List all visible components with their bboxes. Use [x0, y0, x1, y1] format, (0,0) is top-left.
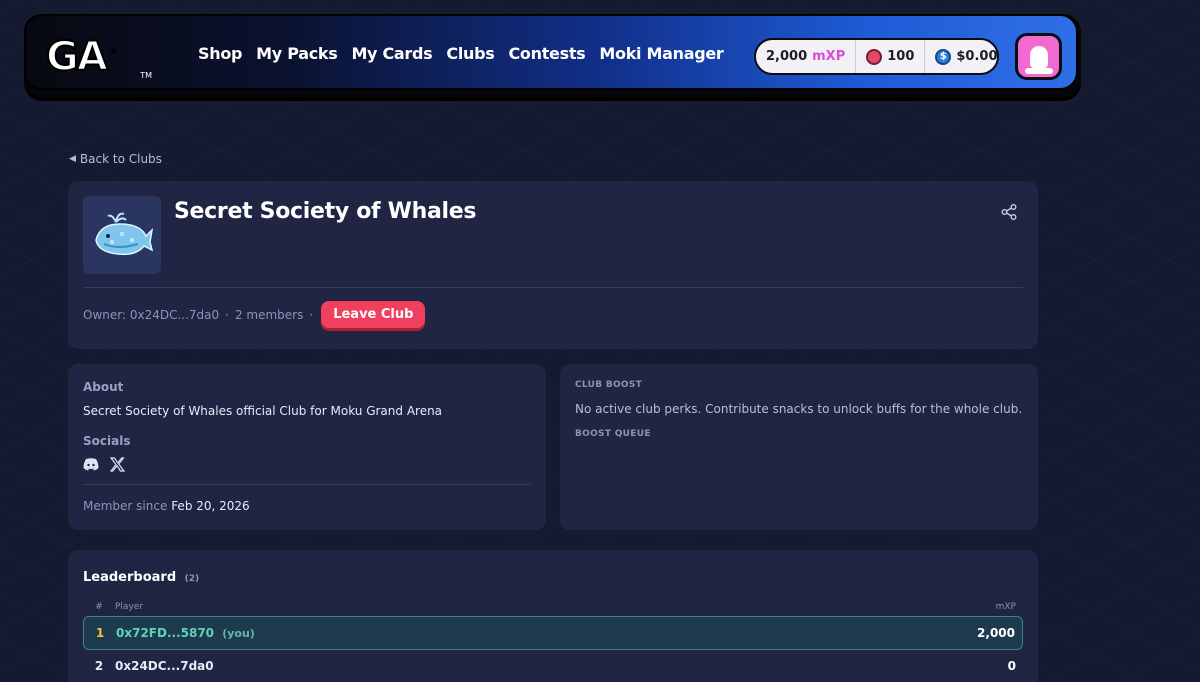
club-member-count: 2 members	[234, 307, 304, 322]
leave-club-button[interactable]: Leave Club	[321, 301, 426, 328]
boost-queue-heading: BOOST QUEUE	[575, 429, 651, 439]
balance-stat: $ $0.00	[924, 40, 1007, 73]
row-mxp: 2,000	[977, 626, 1015, 640]
about-heading: About	[83, 380, 124, 394]
mxp-value: 2,000	[766, 49, 808, 64]
back-arrow-icon: ◀	[69, 154, 76, 164]
whale-icon	[95, 212, 154, 256]
mxp-stat: 2,000 mXP	[756, 40, 855, 73]
club-header-divider	[83, 287, 1023, 288]
avatar-icon	[1024, 45, 1053, 74]
logo-trademark: TM	[140, 71, 152, 80]
row-rank: 1	[95, 626, 105, 640]
club-avatar	[83, 196, 161, 274]
about-description: Secret Society of Whales official Club f…	[83, 404, 443, 418]
nav-link-moki-manager[interactable]: Moki Manager	[599, 44, 723, 63]
nav-link-clubs[interactable]: Clubs	[446, 44, 494, 63]
nav-link-my-packs[interactable]: My Packs	[256, 44, 338, 63]
member-since-label: Member since	[83, 499, 168, 513]
row-rank: 2	[94, 659, 104, 673]
logo-text: GA	[45, 33, 109, 81]
nav-link-my-cards[interactable]: My Cards	[351, 44, 432, 63]
ga-logo[interactable]: GA ✦ TM	[45, 32, 156, 82]
club-boost-message: No active club perks. Contribute snacks …	[575, 402, 1023, 416]
club-header-card: Secret Society of Whales Owner: 0x24DC..…	[68, 181, 1038, 349]
member-since-date: Feb 20, 2026	[171, 499, 250, 513]
back-to-clubs-link[interactable]: ◀ Back to Clubs	[69, 152, 162, 166]
club-meta: Owner: 0x24DC...7da0 · 2 members · Leave…	[83, 301, 426, 328]
profile-avatar-button[interactable]	[1015, 33, 1062, 80]
discord-icon[interactable]	[83, 456, 99, 472]
row-player-address: 0x72FD...5870	[116, 626, 215, 640]
snacks-stat: 100	[855, 40, 924, 73]
leaderboard-count: (2)	[184, 574, 200, 584]
wallet-stats[interactable]: 2,000 mXP 100 $ $0.00	[754, 38, 999, 75]
snacks-value: 100	[887, 49, 915, 64]
nav-link-shop[interactable]: Shop	[198, 44, 242, 63]
leaderboard-row[interactable]: 1 0x72FD...5870 (you) 2,000	[83, 616, 1023, 650]
nav-links: Shop My Packs My Cards Clubs Contests Mo…	[198, 44, 724, 63]
row-player: 0x24DC...7da0	[115, 659, 1008, 673]
column-rank: #	[95, 602, 103, 612]
you-badge: (you)	[222, 627, 255, 640]
share-icon[interactable]	[1000, 203, 1018, 221]
club-owner: Owner: 0x24DC...7da0	[83, 307, 220, 322]
about-divider	[83, 484, 531, 485]
row-player-address: 0x24DC...7da0	[115, 659, 214, 673]
dollar-coin-icon: $	[935, 48, 952, 65]
row-player: 0x72FD...5870 (you)	[116, 626, 977, 640]
top-nav: GA ✦ TM Shop My Packs My Cards Clubs Con…	[24, 14, 1081, 97]
nav-bar: GA ✦ TM Shop My Packs My Cards Clubs Con…	[24, 14, 1078, 90]
column-mxp: mXP	[995, 602, 1016, 612]
club-boost-card: CLUB BOOST No active club perks. Contrib…	[560, 364, 1038, 530]
mxp-unit: mXP	[812, 49, 846, 64]
leaderboard-row[interactable]: 2 0x24DC...7da0 0	[83, 649, 1023, 682]
row-mxp: 0	[1007, 659, 1016, 673]
leaderboard-header: # Player mXP	[83, 602, 1023, 612]
about-card: About Secret Society of Whales official …	[68, 364, 546, 530]
socials-heading: Socials	[83, 434, 131, 448]
leaderboard-title: Leaderboard (2)	[83, 570, 199, 585]
leaderboard-card: Leaderboard (2) # Player mXP 1 0x72FD...…	[68, 550, 1038, 682]
meta-separator: ·	[225, 307, 229, 322]
nav-link-contests[interactable]: Contests	[508, 44, 585, 63]
club-name: Secret Society of Whales	[174, 199, 477, 224]
x-twitter-icon[interactable]	[109, 456, 125, 472]
social-links	[83, 456, 125, 472]
meta-separator: ·	[309, 307, 314, 322]
sparkle-icon: ✦	[108, 45, 119, 60]
balance-value: $0.00	[956, 49, 998, 64]
column-player: Player	[115, 602, 144, 612]
back-link-label: Back to Clubs	[79, 152, 162, 166]
member-since: Member since Feb 20, 2026	[83, 499, 250, 513]
club-boost-heading: CLUB BOOST	[575, 380, 643, 390]
snack-icon	[866, 48, 883, 65]
leaderboard-title-text: Leaderboard	[83, 570, 177, 585]
